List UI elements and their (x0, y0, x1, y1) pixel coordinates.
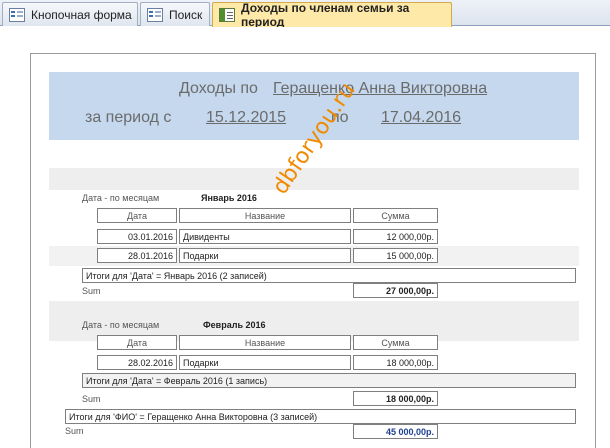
form-icon (147, 7, 163, 22)
tab-label: Кнопочная форма (31, 7, 132, 22)
sum-label: Sum (82, 394, 101, 404)
column-header-sum: Сумма (353, 208, 438, 223)
group-label: Дата - по месяцам (82, 193, 160, 203)
group-band-january (49, 168, 579, 190)
document-tab-bar: Кнопочная форма Поиск Доходы по членам с… (0, 0, 610, 29)
column-header-sum: Сумма (353, 335, 438, 350)
group-month: Январь 2016 (201, 193, 257, 203)
column-header-date: Дата (97, 335, 177, 350)
tab-label: Доходы по членам семьи за период (241, 1, 410, 29)
grand-total-value: 45 000,00р. (353, 424, 438, 439)
tab-income-report[interactable]: Доходы по членам семьи за период (212, 1, 452, 29)
row-sum: 12 000,00р. (353, 229, 438, 244)
group-label: Дата - по месяцам (82, 320, 160, 330)
report-title: Доходы по (179, 80, 258, 97)
column-header-date: Дата (97, 208, 177, 223)
group-total-text: Итоги для 'Дата' = Февраль 2016 (1 запис… (82, 373, 576, 388)
group-sum-value: 27 000,00р. (353, 283, 438, 298)
tab-search[interactable]: Поиск (140, 2, 210, 26)
row-sum: 18 000,00р. (353, 355, 438, 370)
group-total-text: Итоги для 'Дата' = Январь 2016 (2 записе… (82, 268, 576, 283)
report-workspace[interactable]: Доходы по Геращенко Анна Викторовна за п… (0, 27, 610, 448)
tab-switchboard[interactable]: Кнопочная форма (2, 2, 138, 26)
sum-label: Sum (82, 286, 101, 296)
report-person-name: Геращенко Анна Викторовна (273, 80, 488, 97)
group-month: Февраль 2016 (203, 320, 266, 330)
tab-label: Поиск (169, 7, 203, 22)
date-to: 17.04.2016 (381, 109, 462, 126)
report-page: Доходы по Геращенко Анна Викторовна за п… (30, 53, 596, 448)
date-from: 15.12.2015 (206, 109, 287, 126)
column-header-name: Название (179, 208, 351, 223)
report-icon (219, 8, 235, 22)
row-name: Подарки (179, 355, 351, 370)
row-sum: 15 000,00р. (353, 248, 438, 263)
form-icon (9, 7, 25, 22)
sum-label: Sum (65, 426, 84, 436)
row-date: 28.02.2016 (97, 355, 177, 370)
column-header-name: Название (179, 335, 351, 350)
row-name: Подарки (179, 248, 351, 263)
row-name: Дивиденты (179, 229, 351, 244)
period-label: за период с (85, 109, 172, 126)
group-sum-value: 18 000,00р. (353, 391, 438, 406)
row-date: 03.01.2016 (97, 229, 177, 244)
row-date: 28.01.2016 (97, 248, 177, 263)
fio-total-text: Итоги для 'ФИО' = Геращенко Анна Викторо… (65, 409, 576, 424)
